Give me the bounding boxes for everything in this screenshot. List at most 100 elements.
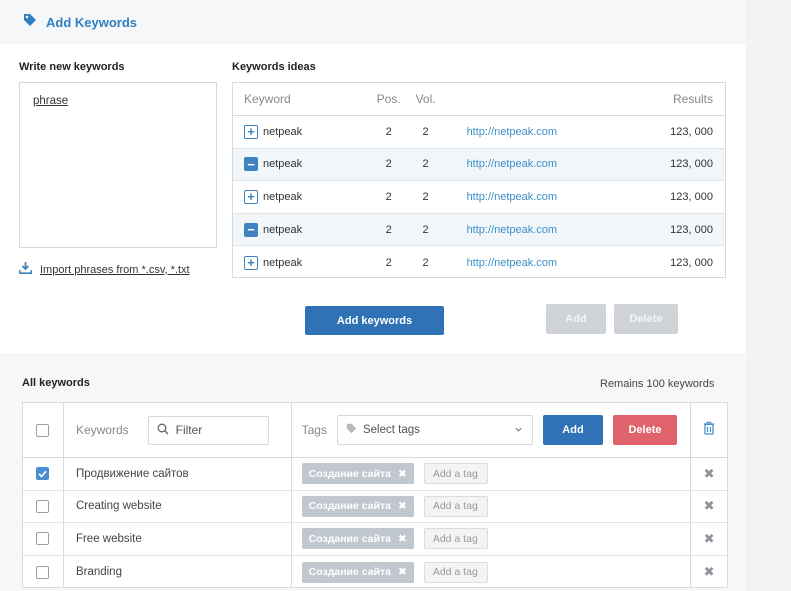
close-icon[interactable]: ✖: [704, 531, 715, 547]
keywords-ideas-label: Keywords ideas: [232, 61, 316, 73]
add-tag-input[interactable]: Add a tag: [423, 561, 488, 583]
keyword-cell: + netpeak: [233, 124, 370, 139]
remove-tag-icon[interactable]: ✖: [398, 533, 407, 545]
keyword-cell: − netpeak: [233, 222, 370, 237]
tag-chip-label: Создание сайта: [308, 500, 392, 513]
remove-tag-icon[interactable]: ✖: [398, 468, 407, 480]
keyword-cell: Branding: [64, 555, 292, 589]
filter-input[interactable]: Filter: [147, 415, 269, 445]
import-link-text: Import phrases from *.csv, *.txt: [40, 263, 190, 276]
ideas-table-header: Keyword Pos. Vol. Results: [233, 83, 725, 116]
minus-box-icon[interactable]: −: [244, 222, 258, 237]
all-keywords-label: All keywords: [22, 377, 90, 389]
url-link[interactable]: http://netpeak.com: [444, 126, 654, 138]
results-cell: 123, 000: [670, 190, 713, 203]
row-checkbox-cell: [23, 555, 64, 589]
delete-tags-button[interactable]: Delete: [612, 415, 677, 445]
page-title: Add Keywords: [46, 15, 138, 30]
plus-box-icon[interactable]: +: [244, 189, 258, 204]
ideas-row: + netpeak 2 2 http://netpeak.com 123, 000: [233, 181, 725, 214]
select-all-checkbox[interactable]: [36, 423, 50, 437]
select-all-cell: [23, 403, 64, 457]
plus-box-icon[interactable]: +: [244, 124, 258, 139]
select-tags-dropdown[interactable]: Select tags: [336, 415, 533, 445]
add-keywords-button[interactable]: Add keywords: [305, 306, 444, 335]
results-cell: 123, 000: [670, 223, 713, 236]
url-link[interactable]: http://netpeak.com: [444, 257, 654, 269]
vol-cell: 2: [422, 223, 429, 236]
add-tag-input[interactable]: Add a tag: [423, 463, 488, 485]
add-ideas-button[interactable]: Add: [546, 304, 606, 334]
page: Add Keywords Write new keywords Keywords…: [0, 0, 746, 591]
minus-box-icon[interactable]: −: [244, 157, 258, 172]
tag-chip: Создание сайта ✖: [301, 495, 414, 517]
trash-icon[interactable]: [703, 421, 715, 440]
page-header: Add Keywords: [23, 13, 137, 32]
row-checkbox[interactable]: [36, 532, 50, 546]
url-link[interactable]: http://netpeak.com: [444, 224, 654, 236]
row-checkbox[interactable]: [36, 565, 50, 579]
tags-cell: Создание сайта ✖ Add a tag: [292, 458, 692, 490]
url-link[interactable]: http://netpeak.com: [444, 158, 654, 170]
select-tags-placeholder: Select tags: [362, 424, 420, 436]
pos-cell: 2: [385, 190, 392, 203]
keyword-cell: + netpeak: [233, 255, 370, 270]
ideas-row: − netpeak 2 2 http://netpeak.com 123, 000: [233, 213, 725, 247]
keyword-cell: + netpeak: [233, 189, 370, 204]
tags-cell: Создание сайта ✖ Add a tag: [292, 555, 692, 589]
remove-row-cell: ✖: [691, 556, 727, 589]
top-band: Add Keywords: [0, 0, 746, 44]
add-tag-input[interactable]: Add a tag: [423, 528, 488, 550]
ideas-row: + netpeak 2 2 http://netpeak.com 123, 000: [233, 116, 725, 149]
right-gutter: [746, 0, 791, 591]
plus-box-icon[interactable]: +: [244, 255, 258, 270]
ideas-row: + netpeak 2 2 http://netpeak.com 123, 000: [233, 246, 725, 279]
tag-chip: Создание сайта ✖: [301, 463, 414, 485]
new-keywords-textarea[interactable]: phrase: [19, 82, 217, 248]
tag-chip: Создание сайта ✖: [301, 528, 414, 550]
keywords-table-header: Keywords Filter Tags Select tags Add Del…: [23, 403, 727, 458]
tag-chip-label: Создание сайта: [308, 566, 392, 579]
keyword-text: netpeak: [263, 158, 303, 171]
url-link[interactable]: http://netpeak.com: [444, 191, 654, 203]
row-checkbox-cell: [23, 458, 64, 490]
tags-cell: Создание сайта ✖ Add a tag: [292, 523, 692, 555]
vol-cell: 2: [422, 158, 429, 171]
remove-row-cell: ✖: [691, 491, 727, 523]
delete-ideas-button[interactable]: Delete: [614, 304, 678, 334]
remove-tag-icon[interactable]: ✖: [398, 566, 407, 578]
tag-icon: [23, 13, 37, 32]
tag-chip-label: Создание сайта: [308, 532, 392, 545]
remove-tag-icon[interactable]: ✖: [398, 500, 407, 512]
column-keyword: Keyword: [244, 92, 291, 106]
pos-cell: 2: [385, 223, 392, 236]
keyword-text: netpeak: [263, 125, 303, 138]
row-checkbox[interactable]: [36, 499, 50, 513]
add-tag-input[interactable]: Add a tag: [423, 495, 488, 517]
tags-header-label: Tags: [301, 423, 327, 437]
close-icon[interactable]: ✖: [704, 466, 715, 482]
keyword-cell: − netpeak: [233, 157, 370, 172]
trash-cell: [691, 403, 727, 457]
close-icon[interactable]: ✖: [704, 498, 715, 514]
all-keywords-table: Keywords Filter Tags Select tags Add Del…: [22, 402, 728, 589]
keyword-cell: Creating website: [64, 490, 292, 523]
row-checkbox-cell: [23, 490, 64, 523]
keyword-row: Branding Создание сайта ✖ Add a tag ✖: [23, 555, 727, 589]
vol-cell: 2: [422, 256, 429, 269]
import-phrases-link[interactable]: Import phrases from *.csv, *.txt: [18, 262, 190, 277]
keyword-row: Продвижение сайтов Создание сайта ✖ Add a t…: [23, 458, 727, 491]
keyword-cell: Продвижение сайтов: [64, 458, 292, 490]
pos-cell: 2: [385, 125, 392, 138]
column-vol: Vol.: [415, 92, 436, 106]
tags-header-cell: Tags Select tags Add Delete: [292, 403, 692, 457]
close-icon[interactable]: ✖: [704, 564, 715, 580]
tag-chip: Создание сайта ✖: [301, 561, 414, 583]
vol-cell: 2: [422, 190, 429, 203]
keyword-text: netpeak: [263, 256, 303, 269]
keywords-ideas-table: Keyword Pos. Vol. Results + netpeak 2 2 http…: [232, 82, 726, 278]
row-checkbox[interactable]: [36, 467, 50, 481]
keyword-text: netpeak: [263, 223, 303, 236]
add-tags-button[interactable]: Add: [542, 415, 603, 445]
keywords-header-label: Keywords: [75, 423, 129, 437]
